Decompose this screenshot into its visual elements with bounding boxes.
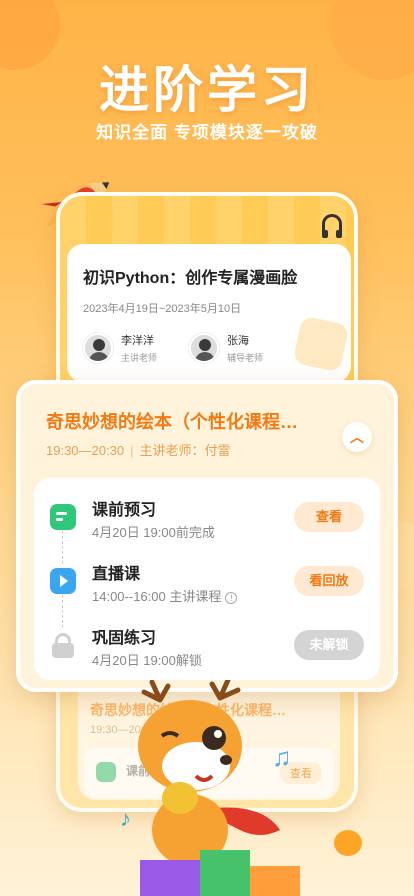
music-note-icon: ♪ xyxy=(120,806,131,831)
teacher-item: 张海 辅导老师 xyxy=(189,332,289,364)
meta-separator: | xyxy=(130,443,134,458)
deer-mascot-illustration xyxy=(138,680,300,896)
chevron-up-icon: ︿ xyxy=(350,429,364,445)
hero-subtitle: 知识全面 专项模块逐一攻破 xyxy=(96,123,318,142)
avatar xyxy=(83,333,113,363)
collapse-button[interactable]: ︿ xyxy=(342,422,372,452)
headphone-icon[interactable] xyxy=(322,214,342,238)
avatar xyxy=(189,333,219,363)
course-card[interactable]: 初识Python：创作专属漫画脸 2023年4月19日~2023年5月10日 李… xyxy=(67,244,351,382)
task-time: 4月20日 19:00前完成 xyxy=(92,525,215,540)
course-date-range: 2023年4月19日~2023年5月10日 xyxy=(83,303,242,315)
lesson-meta: 19:30—20:30 | 主讲老师：付雷 xyxy=(46,440,230,459)
teacher-name: 李洋洋 xyxy=(121,335,154,347)
teacher-role: 主讲老师 xyxy=(121,353,158,363)
live-tv-icon xyxy=(50,568,76,594)
lesson-time: 19:30—20:30 xyxy=(46,443,125,458)
teacher-name: 张海 xyxy=(227,335,249,347)
task-name: 巩固练习 xyxy=(92,630,157,647)
task-list: 课前预习 4月20日 19:00前完成 查看 直播课 14:00--16:00 … xyxy=(34,478,380,680)
task-time: 14:00--16:00 主讲课程! xyxy=(92,586,238,605)
task-name: 课前预习 xyxy=(92,502,157,519)
lesson-panel: 奇思妙想的绘本（个性化课程… 19:30—20:30 | 主讲老师：付雷 ︿ 课前预… xyxy=(16,380,398,692)
task-item-practice: 巩固练习 4月20日 19:00解锁 未解锁 xyxy=(34,614,380,676)
info-icon[interactable]: ! xyxy=(225,591,238,604)
replay-button[interactable]: 看回放 xyxy=(294,566,364,596)
lesson-title: 奇思妙想的绘本（个性化课程… xyxy=(46,412,298,432)
lock-icon xyxy=(50,632,76,658)
teacher-role: 辅导老师 xyxy=(227,353,264,363)
task-item-preview: 课前预习 4月20日 19:00前完成 查看 xyxy=(34,486,380,548)
task-time: 4月20日 19:00解锁 xyxy=(92,653,202,668)
lesson-teacher: 主讲老师：付雷 xyxy=(139,443,231,458)
task-item-live: 直播课 14:00--16:00 主讲课程! 看回放 xyxy=(34,550,380,612)
view-button[interactable]: 查看 xyxy=(294,502,364,532)
locked-button[interactable]: 未解锁 xyxy=(294,630,364,660)
badge-decoration-icon xyxy=(292,315,350,373)
preview-icon xyxy=(50,504,76,530)
hero-title: 进阶学习 xyxy=(99,62,315,118)
teacher-item: 李洋洋 主讲老师 xyxy=(83,332,183,364)
music-note-icon: ♫ xyxy=(272,742,292,772)
task-name: 直播课 xyxy=(92,566,141,583)
orange-fruit-icon xyxy=(334,830,362,856)
course-title: 初识Python：创作专属漫画脸 xyxy=(83,270,298,287)
